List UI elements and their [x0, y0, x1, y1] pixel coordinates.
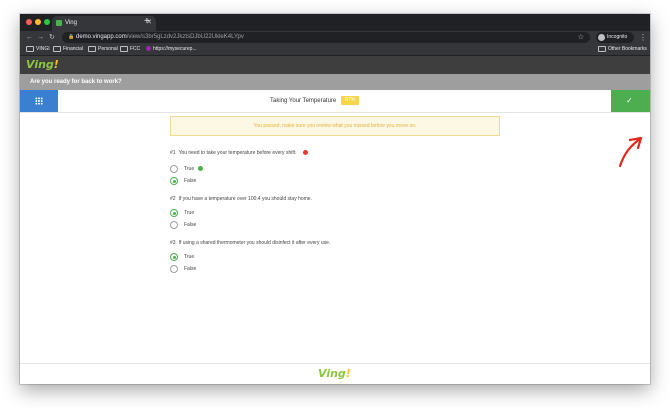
forward-arrow-icon[interactable]: →: [37, 32, 44, 43]
maximize-window-button[interactable]: [44, 19, 50, 25]
minimize-window-button[interactable]: [35, 19, 41, 25]
radio-button[interactable]: [170, 265, 178, 273]
course-title: Are you ready for back to work?: [30, 79, 122, 85]
app-header: Ving!: [20, 56, 650, 74]
result-alert-text: You passed, make sure you review what yo…: [253, 123, 417, 129]
folder-icon: [26, 45, 34, 52]
checkmark-icon: ✓: [626, 96, 633, 105]
incognito-icon: [598, 34, 605, 41]
address-bar[interactable]: 🔒 demo.vingapp.com/view/s3br5gLzdv2Jkzts…: [62, 32, 590, 43]
bookmark-fcc[interactable]: FCC: [120, 44, 140, 55]
radio-button-selected[interactable]: [170, 177, 178, 185]
folder-icon: [598, 45, 606, 52]
lock-icon: 🔒: [68, 34, 75, 40]
browser-tab[interactable]: Ving ✕: [52, 16, 156, 31]
url-text[interactable]: demo.vingapp.com/view/s3br5gLzdv2JkztsDJ…: [76, 32, 244, 43]
progress-badge: 67%: [341, 95, 360, 105]
tab-title: Ving: [65, 20, 77, 26]
bookmark-financial[interactable]: Financial: [53, 44, 83, 55]
lesson-bar: Taking Your Temperature 67% ✓: [20, 90, 650, 113]
ving-favicon-icon: [56, 20, 62, 26]
question-3: #3 If using a shared thermometer you shou…: [170, 240, 331, 246]
bookmark-star-icon[interactable]: ☆: [578, 32, 584, 43]
annotation-arrow-icon: [618, 136, 643, 168]
correct-answer-icon: [198, 166, 203, 171]
lesson-title: Taking Your Temperature 67%: [270, 90, 360, 112]
question-2: #2 If you have a temperature over 100.4 y…: [170, 196, 312, 202]
grid-menu-button[interactable]: [20, 90, 58, 112]
new-tab-button[interactable]: +: [144, 15, 150, 29]
grid-icon: [35, 97, 43, 105]
radio-button[interactable]: [170, 165, 178, 173]
app-footer: Ving!: [20, 363, 650, 384]
reload-icon[interactable]: ↻: [49, 32, 55, 43]
browser-toolbar: ← → ↻ 🔒 demo.vingapp.com/view/s3br5gLzdv…: [20, 31, 650, 44]
tab-strip: Ving ✕ +: [20, 14, 650, 31]
bookmark-other[interactable]: Other Bookmarks: [598, 44, 647, 55]
footer-ving-logo: Ving!: [318, 367, 351, 380]
back-arrow-icon[interactable]: ←: [26, 32, 33, 43]
radio-button-selected[interactable]: [170, 209, 178, 217]
browser-menu-icon[interactable]: ⋮: [639, 31, 647, 44]
url-host: demo.vingapp.com: [76, 34, 127, 40]
question-1: #1 You need to take your temperature befo…: [170, 149, 308, 157]
bookmark-vingi[interactable]: VINGI: [26, 44, 50, 55]
folder-icon: [88, 45, 96, 52]
folder-icon: [53, 45, 61, 52]
close-window-button[interactable]: [26, 19, 32, 25]
browser-window: Ving ✕ + ← → ↻ 🔒 demo.vingapp.com/view/s…: [20, 14, 650, 384]
url-path: /view/s3br5gLzdv2JkztsDJbU22UkleK4LYpv: [126, 34, 244, 40]
bookmark-personal[interactable]: Personal: [88, 44, 118, 55]
result-alert: You passed, make sure you review what yo…: [170, 116, 500, 136]
course-banner: Are you ready for back to work?: [20, 74, 650, 90]
folder-icon: [120, 45, 128, 52]
bookmark-mysecurep[interactable]: https://mysecurep...: [146, 44, 197, 55]
incorrect-icon: [302, 150, 308, 156]
incognito-badge[interactable]: Incognito: [596, 32, 634, 43]
radio-button-selected[interactable]: [170, 253, 178, 261]
ving-logo[interactable]: Ving!: [26, 58, 59, 72]
radio-button[interactable]: [170, 221, 178, 229]
incognito-label: Incognito: [607, 34, 628, 40]
complete-button[interactable]: ✓: [611, 90, 650, 112]
site-icon: [146, 46, 151, 52]
bookmarks-bar: VINGI Financial Personal FCC https://mys…: [20, 44, 650, 56]
